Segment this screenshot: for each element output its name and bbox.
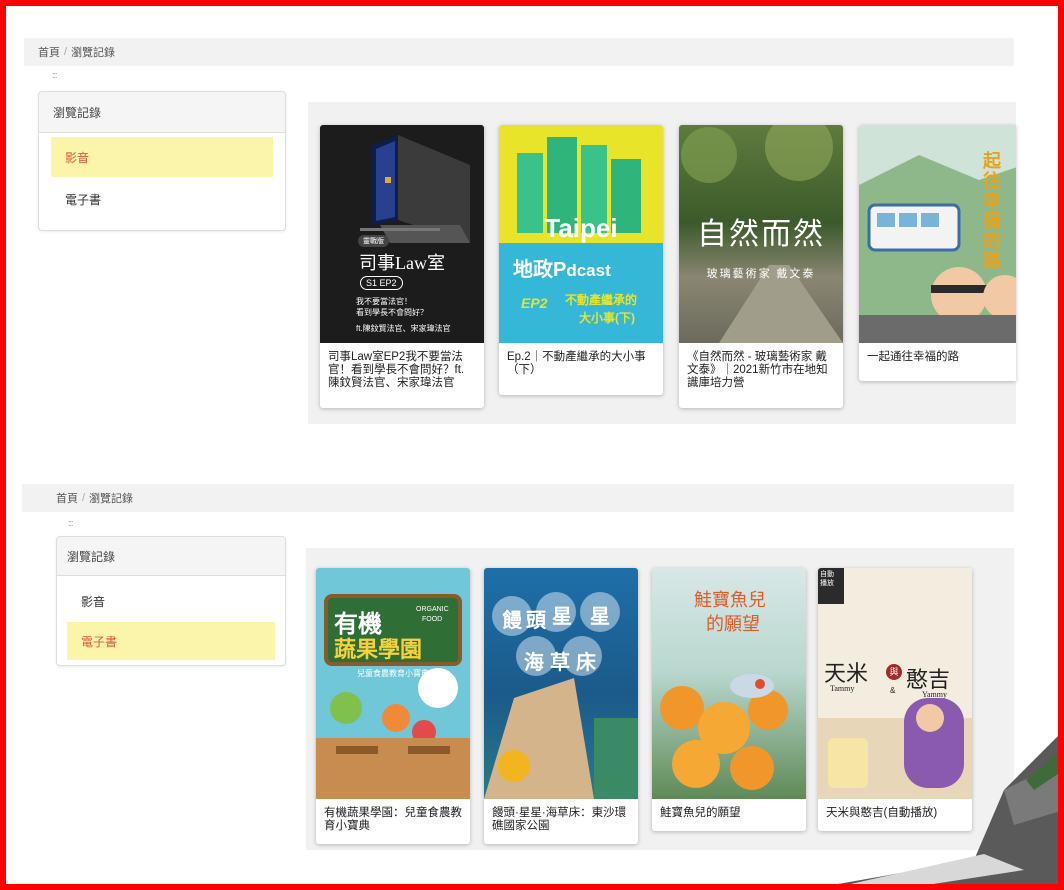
badge-line: 播放 <box>820 580 834 587</box>
art-title: 鮭寶魚兒 <box>694 590 766 610</box>
art-subtitle: 兒童食農教育小寶典 <box>357 669 429 678</box>
card-title: 《自然而然 - 玻璃藝術家 戴文泰》｜2021新竹市在地知識庫培力營 <box>687 351 828 389</box>
art-english: ORGANIC <box>416 606 449 613</box>
brand-taipei: Taipei <box>544 213 618 243</box>
video-thumbnail: 靈戰版 司事Law室 S1 EP2 我不要當法官！ 看到學長不會問好？ ft.陳… <box>320 125 484 343</box>
art-line: ft.陳鈫賢法官、宋家瑋法官 <box>356 324 451 333</box>
breadcrumb-current: 瀏覽記錄 <box>89 493 134 505</box>
sidebar-item-video[interactable]: 影音 <box>67 580 275 622</box>
title-char: 往 <box>983 171 1001 191</box>
badge-line: 自動 <box>820 571 834 578</box>
drag-handle-icon[interactable]: ::: <box>68 518 73 528</box>
title-char: 草 <box>550 652 570 674</box>
art-title: 蔬果學園 <box>334 637 423 662</box>
organic-farm-illustration <box>316 594 470 799</box>
title-char: 的 <box>983 231 1001 251</box>
art-line: 看到學長不會問好？ <box>356 308 428 317</box>
video-thumbnail: 起 往 幸 福 的 路 <box>859 125 1016 343</box>
title-char: 路 <box>983 251 1001 271</box>
art-english: FOOD <box>422 616 443 623</box>
art-title: 的願望 <box>706 614 760 634</box>
card-title: 饅頭·星星·海草床：東沙環礁國家公園 <box>492 807 627 832</box>
art-line: 我不要當法官！ <box>356 297 412 306</box>
art-subtitle: 大小事(下) <box>579 311 635 325</box>
title-char: 床 <box>576 652 596 674</box>
art-show-title: 司事Law室 <box>359 253 445 273</box>
podcast-brand-line: 地政Pdcast <box>513 253 611 282</box>
art-episode: EP2 <box>521 295 548 311</box>
sidebar-item-ebook[interactable]: 電子書 <box>51 177 273 221</box>
art-episode: S1 EP2 <box>360 276 403 290</box>
breadcrumb-home[interactable]: 首頁 <box>56 490 78 506</box>
art-english: & <box>890 686 896 695</box>
breadcrumb-current: 瀏覽記錄 <box>71 47 116 59</box>
video-thumbnail: 自然而然 玻璃藝術家 戴文泰 <box>679 125 843 343</box>
content-panel: 靈戰版 司事Law室 S1 EP2 我不要當法官！ 看到學長不會問好？ ft.陳… <box>308 102 1016 424</box>
card-title: 有機蔬果學園：兒童食農教育小寶典 <box>324 807 462 832</box>
art-title: 自然而然 <box>697 218 825 251</box>
title-char: 海 <box>524 652 544 674</box>
ebook-cover: 有機 ORGANIC FOOD 蔬果學園 兒童食農教育小寶典 <box>316 568 470 799</box>
sidebar-item-video[interactable]: 影音 <box>51 137 273 177</box>
art-subtitle: 不動產繼承的 <box>565 293 638 307</box>
history-sidebar: 瀏覽記錄 影音 電子書 <box>56 536 286 666</box>
card-title: Ep.2｜不動產繼承的大小事（下） <box>507 351 646 376</box>
vertical-title: 起 往 幸 福 的 路 <box>977 151 1007 271</box>
video-card[interactable]: 靈戰版 司事Law室 S1 EP2 我不要當法官！ 看到學長不會問好？ ft.陳… <box>320 125 484 408</box>
art-english: Tammy <box>830 684 855 693</box>
title-char: 福 <box>983 211 1001 231</box>
title-char: 星 <box>590 606 610 628</box>
history-sidebar: 瀏覽記錄 影音 電子書 <box>38 91 286 231</box>
brand-text: dcast <box>566 261 611 280</box>
sidebar-heading: 瀏覽記錄 <box>57 537 285 576</box>
art-english: Yammy <box>922 690 947 699</box>
breadcrumb-separator: / <box>82 492 86 504</box>
video-card[interactable]: 起 往 幸 福 的 路 一起通往幸福的路 <box>859 125 1016 381</box>
sidebar-heading: 瀏覽記錄 <box>39 92 285 133</box>
breadcrumb: 首頁 / 瀏覽記錄 <box>24 38 1014 66</box>
video-thumbnail: Taipei 地政Pdcast EP2 不動產繼承的 大小事(下) <box>499 125 663 343</box>
video-card[interactable]: 自然而然 玻璃藝術家 戴文泰 《自然而然 - 玻璃藝術家 戴文泰》｜2021新竹… <box>679 125 843 408</box>
ebook-card[interactable]: 饅 頭 星 星 海 草 床 饅頭·星星·海草床：東沙環礁國家公園 <box>484 568 638 844</box>
title-char: 頭 <box>526 610 546 632</box>
breadcrumb-separator: / <box>64 46 68 58</box>
card-title: 一起通往幸福的路 <box>867 351 959 363</box>
title-char: 星 <box>552 606 572 628</box>
sidebar-item-ebook[interactable]: 電子書 <box>67 622 275 660</box>
title-char: 幸 <box>983 191 1001 211</box>
art-badge: 靈戰版 <box>358 235 389 247</box>
breadcrumb: 首頁 / 瀏覽記錄 <box>22 484 1014 512</box>
ebook-card[interactable]: 有機 ORGANIC FOOD 蔬果學園 兒童食農教育小寶典 有機蔬果學園：兒童… <box>316 568 470 844</box>
brand-text: 地政P <box>513 259 567 281</box>
ebook-cover: 饅 頭 星 星 海 草 床 <box>484 568 638 799</box>
podcast-brand: Taipei <box>499 213 663 244</box>
art-connector: 與 <box>886 664 902 680</box>
card-title: 司事Law室EP2我不要當法官！看到學長不會問好？ft. 陳鈫賢法官、宋家瑋法官 <box>328 351 465 389</box>
title-char: 起 <box>983 151 1001 171</box>
video-card[interactable]: Taipei 地政Pdcast EP2 不動產繼承的 大小事(下) Ep.2｜不… <box>499 125 663 395</box>
title-char: 饅 <box>502 610 522 632</box>
auto-play-badge[interactable]: 自動 播放 <box>818 568 844 604</box>
background-building-image <box>804 730 1064 890</box>
breadcrumb-home[interactable]: 首頁 <box>38 44 60 60</box>
art-subtitle: 玻璃藝術家 戴文泰 <box>706 268 816 280</box>
drag-handle-icon[interactable]: ::: <box>52 70 57 80</box>
